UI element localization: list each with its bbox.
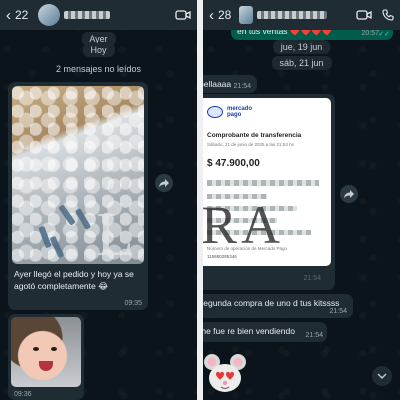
read-receipt-icon: ✓✓ <box>378 31 390 38</box>
handshake-icon <box>207 106 223 118</box>
video-call-icon[interactable] <box>356 9 372 21</box>
message-time: 20:57 <box>361 30 379 37</box>
incoming-message-bubble[interactable]: bellaaaa 21:54 <box>203 75 257 93</box>
right-chat-header: ‹ 28 <box>203 0 400 30</box>
date-chip-hoy: Hoy <box>82 43 115 57</box>
beauty-watermark: Beauty <box>92 178 137 195</box>
message-text: me fue re bien vendiendo <box>203 326 295 336</box>
avatar[interactable] <box>239 6 254 24</box>
forward-icon <box>344 190 354 198</box>
brand-line-2: pago <box>227 112 242 118</box>
incoming-message-bubble[interactable]: me fue re bien vendiendo 21:54 <box>203 322 327 342</box>
avatar[interactable] <box>38 4 61 26</box>
receipt-title: Comprobante de transferencia <box>207 132 302 139</box>
unread-messages-banner: 2 mensajes no leídos <box>55 64 142 74</box>
forward-button[interactable] <box>340 185 358 203</box>
image-caption: Ayer llegó el pedido y hoy ya se agotó c… <box>14 269 134 291</box>
message-time: 21:54 <box>303 275 321 282</box>
message-text: segunda compra de uno d tus kitssss <box>203 298 340 308</box>
back-arrow-icon[interactable]: ‹ <box>209 8 214 23</box>
message-time: 09:35 <box>124 300 142 307</box>
unread-count: 28 <box>218 8 232 22</box>
message-time: 21:54 <box>329 308 347 315</box>
photo-message-bubble[interactable]: 09:36 <box>8 314 84 400</box>
vial <box>49 235 65 259</box>
heart-eyes-mouse-sticker[interactable] <box>203 352 247 396</box>
incoming-message-bubble[interactable]: segunda compra de uno d tus kitssss 21:5… <box>203 294 353 318</box>
message-time: 21:54 <box>233 83 251 90</box>
date-chip-sab: sáb, 21 jun <box>271 56 332 70</box>
eye <box>51 347 57 351</box>
mouth <box>39 361 53 371</box>
back-arrow-icon[interactable]: ‹ <box>6 8 11 23</box>
overlay-watermark-letters: RA <box>203 195 285 255</box>
message-text: bellaaaa <box>203 79 232 89</box>
contact-name-redacted[interactable] <box>257 11 328 19</box>
receipt-date: Sábado, 21 de junio de 2025 a las 21:53 … <box>207 142 294 147</box>
header-actions <box>356 9 394 21</box>
contact-name-redacted[interactable] <box>64 11 111 19</box>
message-time: 09:36 <box>14 391 32 398</box>
forward-icon <box>159 179 169 187</box>
vial <box>74 207 92 231</box>
eye <box>33 347 39 351</box>
scroll-to-bottom-button[interactable] <box>372 366 392 386</box>
chevron-down-icon <box>377 373 387 379</box>
receipt-amount: $ 47.900,00 <box>207 158 260 169</box>
unread-count: 22 <box>15 8 29 22</box>
forward-button[interactable] <box>155 174 173 192</box>
left-chat-pane: ‹ 22 Ayer Hoy 2 mensajes no leídos Beaut… <box>0 0 197 400</box>
receipt-message-bubble[interactable]: mercado pago Comprobante de transferenci… <box>203 94 335 290</box>
child-photo[interactable] <box>11 317 81 387</box>
phone-call-icon[interactable] <box>382 9 394 21</box>
message-time: 21:54 <box>305 332 323 339</box>
overlay-watermark-letters: L <box>96 201 138 269</box>
right-chat-pane: en tus ventas ❤️❤️❤️❤️ 20:57 ✓✓ ‹ 28 jue… <box>203 0 400 400</box>
image-message-bubble[interactable]: Beauty Ayer llegó el pedido y hoy ya se … <box>8 82 148 310</box>
redacted-block <box>207 180 319 186</box>
vial <box>58 204 76 226</box>
date-chip-jue: jue, 19 jun <box>272 40 331 54</box>
mercado-pago-logo: mercado pago <box>207 106 252 118</box>
header-actions <box>175 9 191 21</box>
video-call-icon[interactable] <box>175 9 191 21</box>
left-chat-header: ‹ 22 <box>0 0 197 30</box>
